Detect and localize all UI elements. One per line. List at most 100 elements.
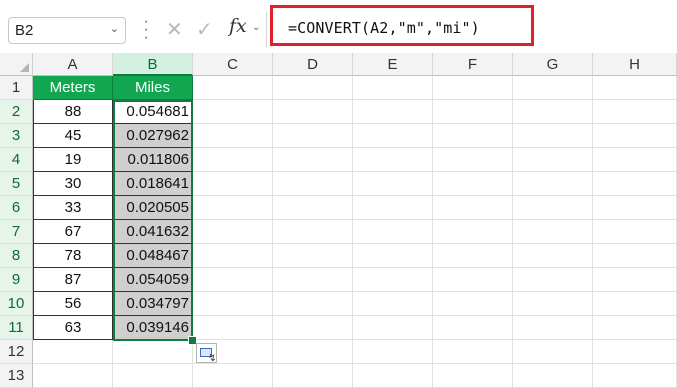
empty-cell[interactable] xyxy=(273,196,353,220)
empty-cell[interactable] xyxy=(353,268,433,292)
empty-cell[interactable] xyxy=(593,244,677,268)
header-cell-meters[interactable]: Meters xyxy=(33,76,113,100)
empty-cell[interactable] xyxy=(193,292,273,316)
quick-analysis-icon[interactable]: ↯ xyxy=(196,343,217,364)
cell-miles[interactable]: 0.054059 xyxy=(113,268,193,292)
empty-cell[interactable] xyxy=(593,268,677,292)
empty-cell[interactable] xyxy=(193,244,273,268)
empty-cell[interactable] xyxy=(273,220,353,244)
empty-cell[interactable] xyxy=(513,76,593,100)
empty-cell[interactable] xyxy=(353,76,433,100)
empty-cell[interactable] xyxy=(513,148,593,172)
empty-cell[interactable] xyxy=(513,100,593,124)
empty-cell[interactable] xyxy=(353,316,433,340)
empty-cell[interactable] xyxy=(33,364,113,388)
empty-cell[interactable] xyxy=(193,316,273,340)
column-header-e[interactable]: E xyxy=(353,53,433,76)
chevron-down-icon[interactable]: ⌄ xyxy=(110,22,119,35)
cell-miles[interactable]: 0.020505 xyxy=(113,196,193,220)
empty-cell[interactable] xyxy=(33,340,113,364)
empty-cell[interactable] xyxy=(353,172,433,196)
cell-meters[interactable]: 78 xyxy=(33,244,113,268)
header-cell-miles[interactable]: Miles xyxy=(113,76,193,100)
empty-cell[interactable] xyxy=(193,148,273,172)
insert-function-icon[interactable]: fx xyxy=(229,15,247,37)
empty-cell[interactable] xyxy=(433,100,513,124)
empty-cell[interactable] xyxy=(513,340,593,364)
empty-cell[interactable] xyxy=(273,268,353,292)
cell-meters[interactable]: 67 xyxy=(33,220,113,244)
enter-check-icon[interactable]: ✓ xyxy=(196,17,213,42)
empty-cell[interactable] xyxy=(433,364,513,388)
chevron-down-icon[interactable]: ⌄ xyxy=(252,22,260,33)
empty-cell[interactable] xyxy=(593,196,677,220)
empty-cell[interactable] xyxy=(353,292,433,316)
empty-cell[interactable] xyxy=(353,220,433,244)
cell-miles[interactable]: 0.041632 xyxy=(113,220,193,244)
more-options-icon[interactable]: · · · xyxy=(143,14,149,46)
empty-cell[interactable] xyxy=(273,364,353,388)
row-header-1[interactable]: 1 xyxy=(0,76,33,100)
empty-cell[interactable] xyxy=(273,100,353,124)
cell-miles[interactable]: 0.034797 xyxy=(113,292,193,316)
empty-cell[interactable] xyxy=(273,316,353,340)
cell-meters[interactable]: 87 xyxy=(33,268,113,292)
empty-cell[interactable] xyxy=(193,172,273,196)
empty-cell[interactable] xyxy=(513,364,593,388)
empty-cell[interactable] xyxy=(513,268,593,292)
empty-cell[interactable] xyxy=(513,244,593,268)
empty-cell[interactable] xyxy=(433,268,513,292)
empty-cell[interactable] xyxy=(593,148,677,172)
empty-cell[interactable] xyxy=(193,220,273,244)
empty-cell[interactable] xyxy=(513,172,593,196)
empty-cell[interactable] xyxy=(353,244,433,268)
empty-cell[interactable] xyxy=(593,124,677,148)
row-header-6[interactable]: 6 xyxy=(0,196,33,220)
empty-cell[interactable] xyxy=(433,316,513,340)
empty-cell[interactable] xyxy=(593,100,677,124)
row-header-8[interactable]: 8 xyxy=(0,244,33,268)
row-header-5[interactable]: 5 xyxy=(0,172,33,196)
empty-cell[interactable] xyxy=(353,340,433,364)
empty-cell[interactable] xyxy=(193,196,273,220)
empty-cell[interactable] xyxy=(193,364,273,388)
row-header-11[interactable]: 11 xyxy=(0,316,33,340)
empty-cell[interactable] xyxy=(433,292,513,316)
empty-cell[interactable] xyxy=(513,124,593,148)
name-box[interactable]: B2 ⌄ xyxy=(8,17,126,44)
empty-cell[interactable] xyxy=(593,340,677,364)
empty-cell[interactable] xyxy=(273,148,353,172)
row-header-3[interactable]: 3 xyxy=(0,124,33,148)
empty-cell[interactable] xyxy=(593,292,677,316)
row-header-9[interactable]: 9 xyxy=(0,268,33,292)
row-header-7[interactable]: 7 xyxy=(0,220,33,244)
empty-cell[interactable] xyxy=(273,292,353,316)
empty-cell[interactable] xyxy=(513,220,593,244)
column-header-h[interactable]: H xyxy=(593,53,677,76)
column-header-b[interactable]: B xyxy=(113,53,193,76)
cancel-icon[interactable]: ✕ xyxy=(166,17,183,42)
cell-miles[interactable]: 0.039146 xyxy=(113,316,193,340)
cell-miles[interactable]: 0.011806 xyxy=(113,148,193,172)
cell-miles[interactable]: 0.027962 xyxy=(113,124,193,148)
empty-cell[interactable] xyxy=(353,196,433,220)
empty-cell[interactable] xyxy=(273,340,353,364)
empty-cell[interactable] xyxy=(273,244,353,268)
empty-cell[interactable] xyxy=(433,196,513,220)
empty-cell[interactable] xyxy=(353,148,433,172)
empty-cell[interactable] xyxy=(433,76,513,100)
empty-cell[interactable] xyxy=(513,316,593,340)
empty-cell[interactable] xyxy=(433,220,513,244)
empty-cell[interactable] xyxy=(433,340,513,364)
column-header-a[interactable]: A xyxy=(33,53,113,76)
empty-cell[interactable] xyxy=(193,100,273,124)
cell-miles[interactable]: 0.054681 xyxy=(113,100,193,124)
row-header-10[interactable]: 10 xyxy=(0,292,33,316)
empty-cell[interactable] xyxy=(433,148,513,172)
empty-cell[interactable] xyxy=(193,268,273,292)
select-all-corner[interactable] xyxy=(0,53,33,76)
column-header-f[interactable]: F xyxy=(433,53,513,76)
row-header-12[interactable]: 12 xyxy=(0,340,33,364)
empty-cell[interactable] xyxy=(593,316,677,340)
empty-cell[interactable] xyxy=(593,76,677,100)
